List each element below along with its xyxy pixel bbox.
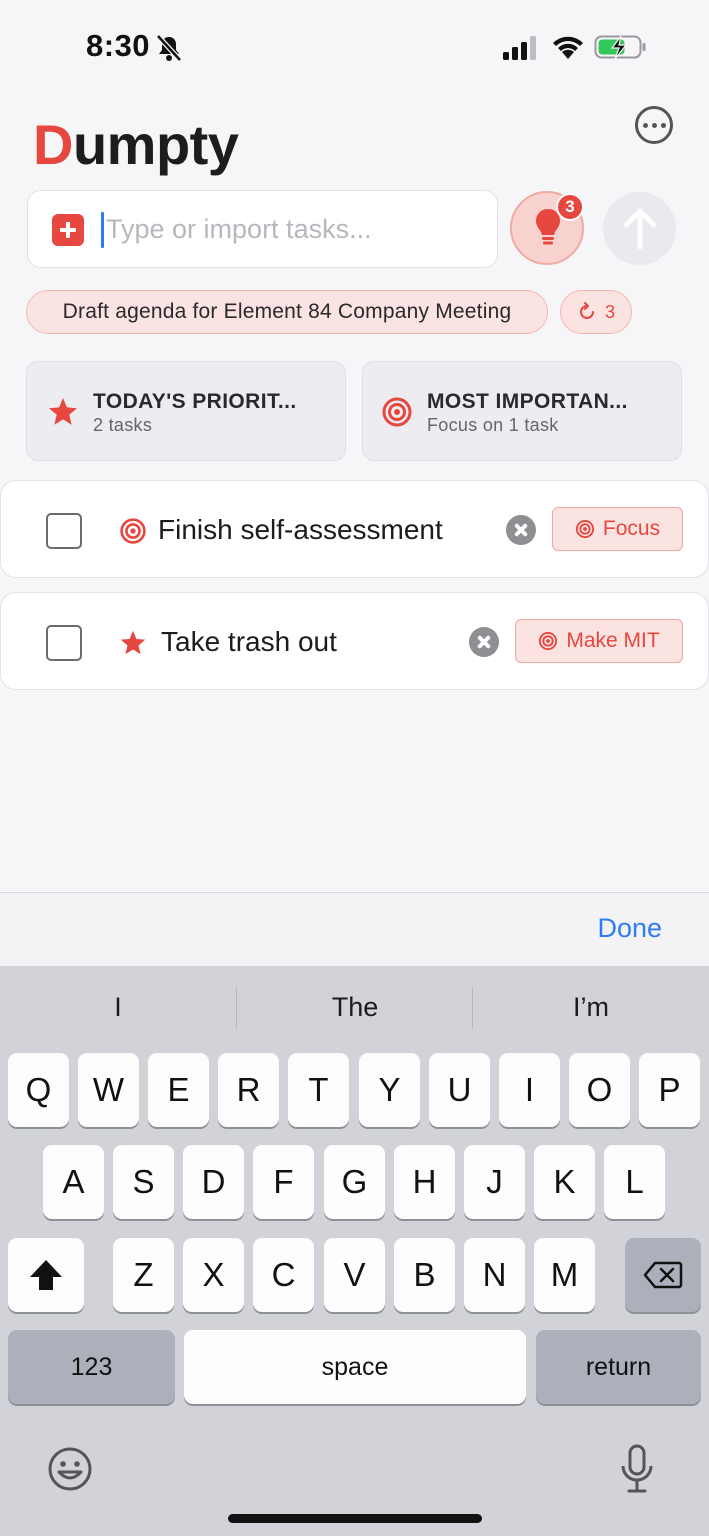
key-k[interactable]: K	[534, 1145, 595, 1219]
submit-button[interactable]	[603, 192, 676, 265]
keyboard-accessory-bar: Done	[0, 892, 709, 966]
make-mit-button[interactable]: Make MIT	[515, 619, 683, 663]
app-title: Dumpty	[33, 112, 239, 177]
star-icon	[49, 398, 77, 425]
return-key[interactable]: return	[536, 1330, 701, 1404]
focus-label: Focus	[602, 517, 661, 540]
shift-key[interactable]	[8, 1238, 84, 1312]
key-r[interactable]: R	[218, 1053, 279, 1127]
key-q[interactable]: Q	[8, 1053, 69, 1127]
arrow-up-icon	[623, 208, 657, 249]
predictive-bar: I The I’m	[0, 966, 709, 1050]
most-important-card[interactable]: MOST IMPORTAN... Focus on 1 task	[362, 361, 682, 461]
todays-priorities-card[interactable]: TODAY'S PRIORIT... 2 tasks	[26, 361, 346, 461]
task-text[interactable]: Take trash out	[161, 626, 337, 658]
task-checkbox[interactable]	[46, 513, 82, 549]
done-button[interactable]: Done	[597, 913, 662, 944]
card-title: MOST IMPORTAN...	[427, 390, 628, 413]
app-title-rest: umpty	[72, 113, 239, 176]
backspace-icon	[643, 1261, 683, 1289]
key-c[interactable]: C	[253, 1238, 314, 1312]
task-input[interactable]	[106, 209, 486, 249]
remove-task-button[interactable]	[469, 627, 499, 657]
key-d[interactable]: D	[183, 1145, 244, 1219]
target-icon	[539, 631, 558, 651]
signal-icon	[503, 36, 536, 60]
key-p[interactable]: P	[639, 1053, 700, 1127]
add-icon[interactable]	[52, 214, 84, 246]
more-dot-icon	[660, 122, 666, 128]
bell-off-icon	[156, 34, 182, 62]
key-l[interactable]: L	[604, 1145, 665, 1219]
refresh-suggestions-button[interactable]: 3	[560, 290, 632, 334]
card-subtitle: Focus on 1 task	[427, 415, 559, 435]
status-bar: 8:30	[0, 0, 709, 96]
app-title-accent: D	[33, 113, 73, 176]
refresh-icon	[580, 302, 594, 319]
ideas-count-badge: 3	[556, 193, 584, 221]
key-i[interactable]: I	[499, 1053, 560, 1127]
space-key[interactable]: space	[184, 1330, 526, 1404]
shift-icon	[30, 1260, 62, 1290]
key-f[interactable]: F	[253, 1145, 314, 1219]
key-h[interactable]: H	[394, 1145, 455, 1219]
battery-icon	[594, 35, 646, 60]
more-options-button[interactable]	[635, 106, 673, 144]
target-icon	[575, 519, 594, 539]
card-subtitle: 2 tasks	[93, 415, 153, 435]
refresh-count: 3	[604, 301, 615, 322]
task-input-container[interactable]	[27, 190, 498, 268]
star-icon	[120, 630, 146, 655]
key-z[interactable]: Z	[113, 1238, 174, 1312]
task-checkbox[interactable]	[46, 625, 82, 661]
target-icon	[382, 397, 412, 427]
text-caret	[101, 212, 104, 248]
more-dot-icon	[642, 122, 648, 128]
key-y[interactable]: Y	[359, 1053, 420, 1127]
key-o[interactable]: O	[569, 1053, 630, 1127]
prediction-item[interactable]: The	[237, 992, 473, 1023]
more-dot-icon	[651, 122, 657, 128]
key-n[interactable]: N	[464, 1238, 525, 1312]
card-title: TODAY'S PRIORIT...	[93, 390, 297, 413]
key-w[interactable]: W	[78, 1053, 139, 1127]
key-b[interactable]: B	[394, 1238, 455, 1312]
remove-task-button[interactable]	[506, 515, 536, 545]
microphone-icon[interactable]	[620, 1444, 654, 1494]
home-indicator[interactable]	[228, 1514, 482, 1523]
key-g[interactable]: G	[324, 1145, 385, 1219]
key-j[interactable]: J	[464, 1145, 525, 1219]
key-t[interactable]: T	[288, 1053, 349, 1127]
status-time: 8:30	[86, 28, 151, 63]
key-e[interactable]: E	[148, 1053, 209, 1127]
wifi-icon	[553, 36, 583, 59]
key-a[interactable]: A	[43, 1145, 104, 1219]
target-icon	[120, 518, 146, 544]
key-x[interactable]: X	[183, 1238, 244, 1312]
key-m[interactable]: M	[534, 1238, 595, 1312]
emoji-icon[interactable]	[47, 1446, 93, 1492]
key-u[interactable]: U	[429, 1053, 490, 1127]
make-mit-label: Make MIT	[566, 629, 660, 652]
task-row[interactable]: Finish self-assessment Focus	[0, 480, 709, 578]
numbers-key[interactable]: 123	[8, 1330, 175, 1404]
task-text[interactable]: Finish self-assessment	[158, 514, 443, 546]
focus-button[interactable]: Focus	[552, 507, 683, 551]
prediction-item[interactable]: I’m	[473, 992, 709, 1023]
key-s[interactable]: S	[113, 1145, 174, 1219]
key-v[interactable]: V	[324, 1238, 385, 1312]
keyboard: I The I’m Q W E R T Y U I O P A S D F G …	[0, 966, 709, 1536]
suggestion-chip[interactable]: Draft agenda for Element 84 Company Meet…	[26, 290, 548, 334]
task-row[interactable]: Take trash out Make MIT	[0, 592, 709, 690]
prediction-item[interactable]: I	[0, 992, 236, 1023]
backspace-key[interactable]	[625, 1238, 701, 1312]
